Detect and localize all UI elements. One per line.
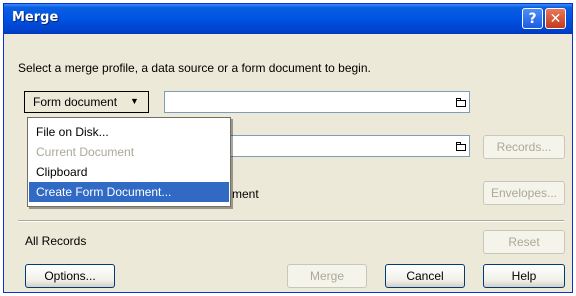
instructions-text: Select a merge profile, a data source or… bbox=[18, 61, 371, 75]
options-button[interactable]: Options... bbox=[25, 264, 115, 288]
window-title: Merge bbox=[12, 10, 59, 25]
form-document-field[interactable] bbox=[164, 91, 470, 113]
title-bar[interactable]: Merge ? ✕ bbox=[4, 4, 572, 34]
menu-item-file-on-disk[interactable]: File on Disk... bbox=[29, 122, 229, 142]
envelopes-button[interactable]: Envelopes... bbox=[483, 181, 565, 205]
menu-item-current-document: Current Document bbox=[36, 145, 135, 159]
form-document-menu: File on Disk... Current Document Clipboa… bbox=[27, 117, 231, 207]
document-label-partial: ment bbox=[232, 187, 259, 201]
cancel-button[interactable]: Cancel bbox=[385, 264, 465, 288]
help-icon[interactable]: ? bbox=[522, 8, 543, 29]
browse-folder-icon[interactable] bbox=[456, 142, 466, 151]
help-button[interactable]: Help bbox=[483, 264, 565, 288]
reset-button[interactable]: Reset bbox=[483, 230, 565, 254]
browse-folder-icon[interactable] bbox=[456, 98, 466, 107]
form-document-label: Form document bbox=[33, 95, 118, 109]
merge-dialog: Merge ? ✕ Select a merge profile, a data… bbox=[3, 3, 573, 293]
menu-item-clipboard[interactable]: Clipboard bbox=[29, 162, 229, 182]
all-records-label: All Records bbox=[25, 234, 87, 248]
chevron-down-icon: ▼ bbox=[130, 96, 139, 106]
divider bbox=[18, 220, 564, 222]
close-icon[interactable]: ✕ bbox=[545, 8, 566, 29]
records-button[interactable]: Records... bbox=[483, 135, 565, 159]
menu-item-create-form-document[interactable]: Create Form Document... bbox=[29, 182, 229, 202]
form-document-dropdown[interactable]: Form document ▼ bbox=[24, 91, 149, 113]
merge-button[interactable]: Merge bbox=[287, 264, 367, 288]
